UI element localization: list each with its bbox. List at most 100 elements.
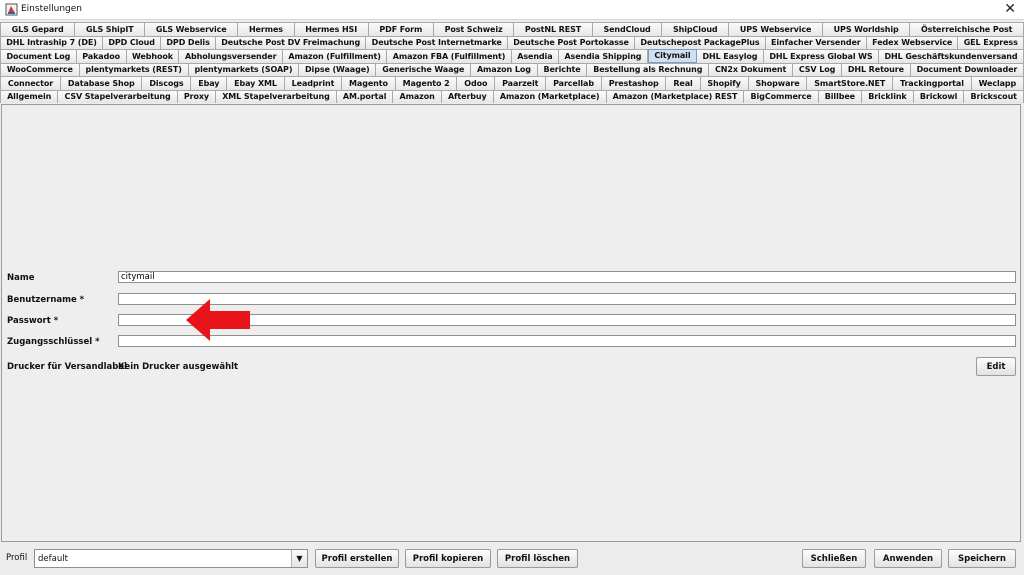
- tab-deutsche-post-internetmarke[interactable]: Deutsche Post Internetmarke: [366, 35, 508, 49]
- tab-amazon-log[interactable]: Amazon Log: [471, 62, 538, 76]
- tab-shopware[interactable]: Shopware: [748, 76, 808, 90]
- tab-pakadoo[interactable]: Pakadoo: [76, 49, 127, 63]
- tab-ups-webservice[interactable]: UPS Webservice: [729, 22, 823, 36]
- tab-trackingportal[interactable]: Trackingportal: [893, 76, 972, 90]
- tab-smartstore-net[interactable]: SmartStore.NET: [807, 76, 894, 90]
- tab-real[interactable]: Real: [666, 76, 701, 90]
- tab-dhl-retoure[interactable]: DHL Retoure: [842, 62, 911, 76]
- apply-button[interactable]: Anwenden: [874, 549, 942, 568]
- close-button[interactable]: Schließen: [802, 549, 866, 568]
- tab-magento-2[interactable]: Magento 2: [395, 76, 458, 90]
- tab-abholungsversender[interactable]: Abholungsversender: [179, 49, 283, 63]
- tab-woocommerce[interactable]: WooCommerce: [0, 62, 80, 76]
- tab-cn2x-dokument[interactable]: CN2x Dokument: [709, 62, 794, 76]
- tab-berichte[interactable]: Berichte: [537, 62, 588, 76]
- tab-plentymarkets-rest[interactable]: plentymarkets (REST): [79, 62, 189, 76]
- tab-generische-waage[interactable]: Generische Waage: [376, 62, 472, 76]
- tab-shopify[interactable]: Shopify: [700, 76, 749, 90]
- save-button[interactable]: Speichern: [948, 549, 1016, 568]
- tab-dipse-waage[interactable]: Dipse (Waage): [299, 62, 377, 76]
- tab-citymail[interactable]: Citymail: [647, 49, 697, 63]
- window-title: Einstellungen: [21, 4, 83, 14]
- tab-deutschepost-packageplus[interactable]: Deutschepost PackagePlus: [635, 35, 766, 49]
- edit-printer-button[interactable]: Edit: [976, 357, 1016, 376]
- tab-asendia[interactable]: Asendia: [511, 49, 559, 63]
- tab-brickowl[interactable]: Brickowl: [913, 89, 965, 103]
- tab-bricklink[interactable]: Bricklink: [862, 89, 914, 103]
- tab-shipcloud[interactable]: ShipCloud: [662, 22, 730, 36]
- tab-dpd-cloud[interactable]: DPD Cloud: [103, 35, 162, 49]
- tab-document-log[interactable]: Document Log: [0, 49, 77, 63]
- username-input[interactable]: [118, 293, 1016, 305]
- create-profile-button[interactable]: Profil erstellen: [315, 549, 399, 568]
- tab-hermes-hsi[interactable]: Hermes HSI: [294, 22, 369, 36]
- tab-amazon-marketplace[interactable]: Amazon (Marketplace): [493, 89, 607, 103]
- tab-discogs[interactable]: Discogs: [142, 76, 192, 90]
- tab-dhl-express-global-ws[interactable]: DHL Express Global WS: [763, 49, 880, 63]
- title-bar: Einstellungen ✕: [0, 0, 1024, 20]
- tab-bigcommerce[interactable]: BigCommerce: [744, 89, 819, 103]
- tab-database-shop[interactable]: Database Shop: [61, 76, 143, 90]
- tab-row: Allgemein CSV Stapelverarbeitung Proxy XML …: [0, 89, 1024, 103]
- tab-amazon-fba-fulfillment[interactable]: Amazon FBA (Fulfillment): [387, 49, 512, 63]
- tab-webhook[interactable]: Webhook: [126, 49, 180, 63]
- delete-profile-button[interactable]: Profil löschen: [497, 549, 578, 568]
- tab-am-portal[interactable]: AM.portal: [336, 89, 394, 103]
- tab-odoo[interactable]: Odoo: [457, 76, 496, 90]
- tab-ups-worldship[interactable]: UPS Worldship: [823, 22, 911, 36]
- tab-einfacher-versender[interactable]: Einfacher Versender: [765, 35, 867, 49]
- tab-afterbuy[interactable]: Afterbuy: [441, 89, 494, 103]
- access-key-input[interactable]: [118, 335, 1016, 347]
- tab-amazon-marketplace-rest[interactable]: Amazon (Marketplace) REST: [606, 89, 745, 103]
- tab-gls-webservice[interactable]: GLS Webservice: [145, 22, 239, 36]
- tab-ebay-xml[interactable]: Ebay XML: [227, 76, 285, 90]
- tab-gls-shipit[interactable]: GLS ShipIT: [75, 22, 146, 36]
- tab-magento[interactable]: Magento: [342, 76, 396, 90]
- tab-csv-log[interactable]: CSV Log: [793, 62, 843, 76]
- tab-row: GLS Gepard GLS ShipIT GLS Webservice Hermes…: [0, 22, 1024, 36]
- tab-leadprint[interactable]: Leadprint: [284, 76, 343, 90]
- tab-weclapp[interactable]: Weclapp: [971, 76, 1024, 90]
- tab-sendcloud[interactable]: SendCloud: [592, 22, 663, 36]
- tab-billbee[interactable]: Billbee: [818, 89, 863, 103]
- tab-brickscout[interactable]: Brickscout: [964, 89, 1024, 103]
- copy-profile-button[interactable]: Profil kopieren: [405, 549, 491, 568]
- profil-select[interactable]: default ▼: [34, 549, 308, 568]
- name-input[interactable]: [118, 271, 1016, 283]
- tab-fedex-webservice[interactable]: Fedex Webservice: [866, 35, 959, 49]
- tab-bestellung-als-rechnung[interactable]: Bestellung als Rechnung: [587, 62, 710, 76]
- tab-hermes[interactable]: Hermes: [238, 22, 295, 36]
- printer-label: Drucker für Versandlabel: [7, 362, 127, 372]
- tab-proxy[interactable]: Proxy: [177, 89, 217, 103]
- tab-deutsche-post-portokasse[interactable]: Deutsche Post Portokasse: [508, 35, 636, 49]
- tab-parcellab[interactable]: Parcellab: [546, 76, 602, 90]
- tab-dhl-easylog[interactable]: DHL Easylog: [696, 49, 764, 63]
- tab-plentymarkets-soap[interactable]: plentymarkets (SOAP): [188, 62, 300, 76]
- tab-post-schweiz[interactable]: Post Schweiz: [433, 22, 515, 36]
- tab-connector[interactable]: Connector: [0, 76, 62, 90]
- tab-gls-gepard[interactable]: GLS Gepard: [0, 22, 76, 36]
- tab-dhl-intraship-7-de[interactable]: DHL Intraship 7 (DE): [0, 35, 104, 49]
- password-input[interactable]: [118, 314, 1016, 326]
- tab-österreichische-post[interactable]: Österreichische Post: [910, 22, 1024, 36]
- tab-document-downloader[interactable]: Document Downloader: [910, 62, 1024, 76]
- tab-allgemein[interactable]: Allgemein: [0, 89, 59, 103]
- tab-postnl-rest[interactable]: PostNL REST: [514, 22, 593, 36]
- tab-ebay[interactable]: Ebay: [191, 76, 228, 90]
- tab-row: Connector Database Shop Discogs Ebay Ebay XM…: [0, 76, 1024, 90]
- tab-amazon[interactable]: Amazon: [393, 89, 442, 103]
- tab-gel-express[interactable]: GEL Express: [958, 35, 1024, 49]
- close-icon[interactable]: ✕: [1004, 1, 1016, 17]
- tab-dhl-geschäftskundenversand[interactable]: DHL Geschäftskundenversand: [879, 49, 1024, 63]
- tab-row: DHL Intraship 7 (DE) DPD Cloud DPD Delis De…: [0, 35, 1024, 49]
- tab-xml-stapelverarbeitung[interactable]: XML Stapelverarbeitung: [216, 89, 337, 103]
- tab-deutsche-post-dv-freimachung[interactable]: Deutsche Post DV Freimachung: [216, 35, 367, 49]
- tab-asendia-shipping[interactable]: Asendia Shipping: [558, 49, 648, 63]
- tab-prestashop[interactable]: Prestashop: [601, 76, 667, 90]
- tab-pdf-form[interactable]: PDF Form: [368, 22, 434, 36]
- tab-amazon-fulfillment[interactable]: Amazon (Fulfillment): [282, 49, 388, 63]
- chevron-down-icon[interactable]: ▼: [291, 550, 307, 567]
- tab-paarzeit[interactable]: Paarzeit: [495, 76, 547, 90]
- tab-dpd-delis[interactable]: DPD Delis: [161, 35, 216, 49]
- tab-csv-stapelverarbeitung[interactable]: CSV Stapelverarbeitung: [58, 89, 178, 103]
